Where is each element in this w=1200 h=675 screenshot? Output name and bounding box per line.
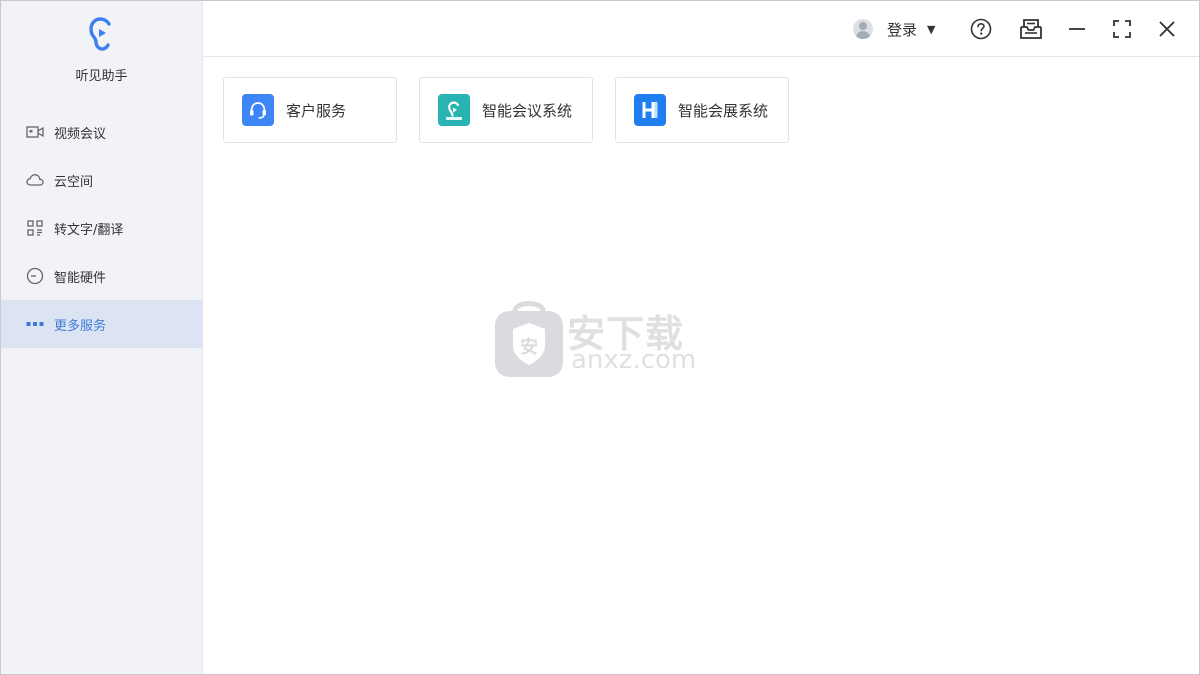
cloud-icon: [26, 171, 44, 189]
inbox-button[interactable]: [1019, 17, 1043, 41]
scan-text-icon: [26, 219, 44, 237]
login-menu[interactable]: 登录 ▼: [853, 17, 935, 41]
ear-logo-icon: [89, 17, 111, 51]
sidebar-item-label: 视频会议: [54, 126, 107, 142]
watermark: 安 安下载 anxz.com: [493, 297, 709, 381]
help-button[interactable]: [969, 17, 993, 41]
close-button[interactable]: [1155, 17, 1179, 41]
more-dots-icon: [26, 315, 44, 333]
sidebar-item-transcribe[interactable]: 转文字/翻译: [1, 204, 202, 252]
close-icon: [1159, 21, 1175, 37]
minimize-icon: [1069, 28, 1085, 30]
main-content: 客户服务 智能会议系统 智能会展系统 安 安下载 anxz.com: [203, 57, 1199, 674]
service-card-label: 智能会议系统: [482, 101, 573, 120]
title-bar: 登录 ▼: [203, 1, 1199, 57]
user-avatar-icon: [853, 19, 873, 39]
maximize-button[interactable]: [1110, 17, 1134, 41]
inbox-icon: [1020, 19, 1042, 39]
sidebar-item-cloud-space[interactable]: 云空间: [1, 156, 202, 204]
sidebar-item-label: 转文字/翻译: [54, 222, 124, 238]
service-card-label: 客户服务: [286, 101, 347, 120]
sidebar-item-more-services[interactable]: 更多服务: [1, 300, 202, 348]
hardware-icon: [26, 267, 44, 285]
sidebar-item-video-meeting[interactable]: 视频会议: [1, 108, 202, 156]
maximize-icon: [1113, 20, 1131, 38]
help-icon: [970, 18, 992, 40]
chevron-down-icon: ▼: [927, 22, 936, 36]
service-card-meeting-system[interactable]: 智能会议系统: [419, 77, 593, 143]
customer-service-icon: [242, 94, 274, 126]
watermark-domain: anxz.com: [571, 345, 697, 375]
sidebar-item-label: 智能硬件: [54, 270, 107, 286]
shield-bag-icon: 安: [495, 301, 563, 377]
sidebar: 听见助手 视频会议 云空间 转文字/翻译 智能硬件 更多服务: [1, 1, 203, 674]
service-card-customer-service[interactable]: 客户服务: [223, 77, 397, 143]
login-label: 登录: [887, 20, 918, 39]
meeting-system-icon: [438, 94, 470, 126]
service-card-exhibition-system[interactable]: 智能会展系统: [615, 77, 789, 143]
app-name: 听见助手: [75, 69, 128, 84]
exhibition-system-icon: [634, 94, 666, 126]
sidebar-item-label: 更多服务: [54, 318, 107, 334]
sidebar-item-label: 云空间: [54, 174, 94, 190]
service-card-label: 智能会展系统: [678, 101, 769, 120]
sidebar-item-smart-hardware[interactable]: 智能硬件: [1, 252, 202, 300]
watermark-badge: 安: [520, 336, 538, 358]
logo-area: 听见助手: [1, 1, 202, 106]
minimize-button[interactable]: [1065, 17, 1089, 41]
sidebar-nav: 视频会议 云空间 转文字/翻译 智能硬件 更多服务: [1, 108, 202, 348]
video-camera-icon: [26, 123, 44, 141]
app-window: 听见助手 视频会议 云空间 转文字/翻译 智能硬件 更多服务 登录 ▼ 客户服务…: [0, 0, 1200, 675]
